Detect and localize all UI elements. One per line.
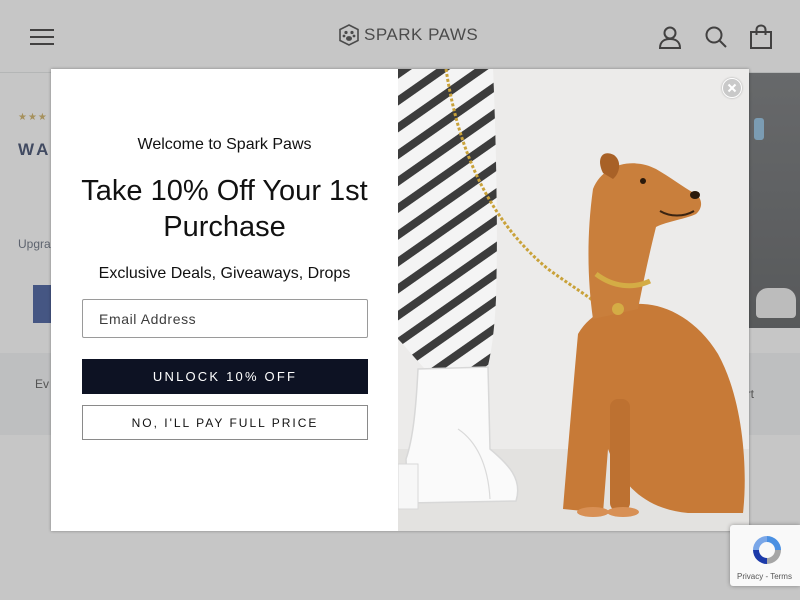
email-field[interactable] [82,299,368,338]
close-icon [727,83,737,93]
popup-welcome-text: Welcome to Spark Paws [137,136,312,153]
recaptcha-icon [753,536,781,564]
signup-popup: Welcome to Spark Paws Take 10% Off Your … [51,69,749,531]
popup-image [398,69,749,531]
dog-on-gold-chain-leash-photo [398,69,749,531]
decline-discount-button[interactable]: NO, I'LL PAY FULL PRICE [82,405,368,440]
recaptcha-badge[interactable]: Privacy - Terms [730,525,800,586]
unlock-discount-button[interactable]: UNLOCK 10% OFF [82,359,368,394]
popup-form-panel: Welcome to Spark Paws Take 10% Off Your … [51,69,398,531]
recaptcha-links[interactable]: Privacy - Terms [737,572,792,581]
close-popup-button[interactable] [722,78,742,98]
popup-headline: Take 10% Off Your 1st Purchase [81,175,368,243]
popup-subline: Exclusive Deals, Giveaways, Drops [98,265,351,282]
